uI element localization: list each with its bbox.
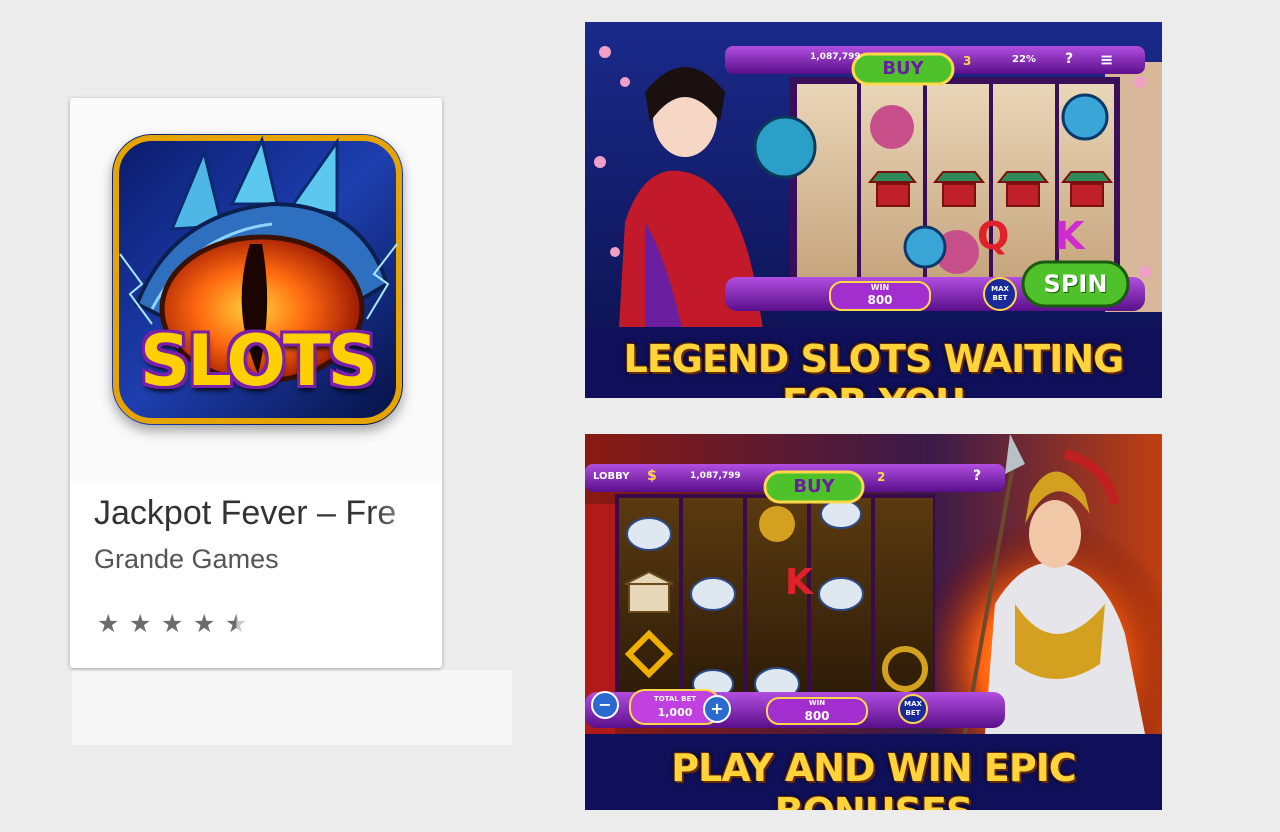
max-bet-button[interactable]: MAX BET [986, 285, 1014, 303]
app-icon-area: SLOTS [70, 98, 442, 481]
app-card[interactable]: SLOTS Jackpot Fever – Fre Grande Games ★… [70, 98, 442, 668]
max-bet-button[interactable]: MAX BET [899, 700, 927, 718]
rating-stars: ★ ★ ★ ★ ★ [97, 609, 248, 638]
level-badge: 3 [963, 54, 972, 68]
screenshot-caption: LEGEND SLOTS WAITING FOR YOU [623, 337, 1125, 398]
reel-letter-k: K [1055, 214, 1085, 258]
win-label: WIN [870, 283, 890, 292]
help-button[interactable]: ? [973, 468, 981, 484]
reel-letter-k: K [785, 562, 813, 603]
star-icon: ★ [129, 609, 152, 638]
level-percent: 22% [1012, 54, 1036, 65]
background-panel [72, 670, 512, 745]
screenshot-caption: PLAY AND WIN EPIC BONUSES [671, 746, 1077, 810]
star-icon: ★ [97, 609, 120, 638]
spin-button[interactable]: SPIN [1023, 270, 1128, 298]
screenshot-epic-bonuses[interactable]: LOBBY $ 1,087,799 BUY 2 ? K − TOTAL BET … [585, 434, 1162, 810]
screenshot-legend-slots[interactable]: 1,087,799 BUY 3 22% ? ≡ Q K WIN 800 MAX … [585, 22, 1162, 398]
minus-button[interactable]: − [592, 695, 618, 714]
star-icon: ★ [161, 609, 184, 638]
reel-letter-q: Q [977, 214, 1010, 258]
level-badge: 2 [877, 470, 886, 484]
win-value: 800 [867, 293, 893, 307]
menu-icon[interactable]: ≡ [1100, 50, 1113, 69]
win-label: WIN [808, 699, 826, 707]
buy-button[interactable]: BUY [853, 58, 953, 79]
developer-name[interactable]: Grande Games [94, 544, 279, 575]
balance-display: 1,087,799 [690, 471, 741, 481]
coin-icon: $ [647, 468, 657, 484]
lobby-button[interactable]: LOBBY [593, 471, 629, 482]
help-button[interactable]: ? [1065, 51, 1073, 67]
plus-button[interactable]: + [704, 699, 730, 718]
star-icon: ★ [193, 609, 216, 638]
title-fade [372, 486, 442, 536]
win-value: 800 [804, 709, 830, 723]
app-icon[interactable]: SLOTS [112, 134, 403, 425]
buy-button[interactable]: BUY [765, 476, 863, 497]
half-star-icon: ★ [225, 609, 248, 638]
icon-slots-text: SLOTS [139, 320, 378, 402]
